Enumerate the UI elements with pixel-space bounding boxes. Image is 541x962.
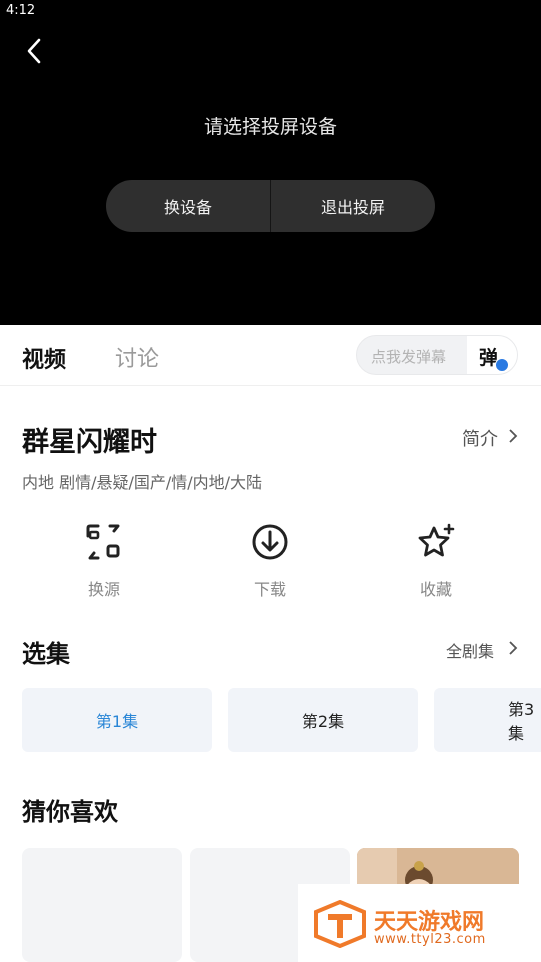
back-arrow-icon: [27, 38, 41, 64]
watermark: 天天游戏网 www.ttyl23.com: [298, 884, 541, 962]
action-label: 收藏: [419, 580, 452, 599]
tab-video[interactable]: 视频: [22, 342, 66, 374]
episode-item[interactable]: 第3集: [434, 688, 541, 752]
intro-link[interactable]: 简介: [462, 425, 498, 451]
recommend-title: 猜你喜欢: [22, 798, 118, 826]
favorite-button[interactable]: 收藏: [386, 522, 486, 600]
cast-player: 4:12 请选择投屏设备 换设备 退出投屏: [0, 0, 541, 325]
chevron-right-icon: [509, 429, 518, 443]
show-title: 群星闪耀时: [22, 427, 157, 458]
cast-actions: 换设备 退出投屏: [106, 180, 435, 232]
episode-item[interactable]: 第1集: [22, 688, 212, 752]
danmu-bar: 点我发弹幕 弹: [356, 335, 518, 375]
switch-source-button[interactable]: 换源: [54, 522, 154, 600]
change-device-button[interactable]: 换设备: [106, 180, 270, 232]
cast-message: 请选择投屏设备: [203, 116, 337, 138]
tab-bar: 视频 讨论 点我发弹幕 弹: [0, 325, 541, 386]
episodes-title: 选集: [22, 640, 70, 668]
show-meta: 内地 剧情/悬疑/国产/情/内地/大陆: [22, 473, 263, 492]
check-badge-icon: [495, 358, 509, 372]
status-time: 4:12: [6, 3, 36, 18]
action-label: 下载: [253, 580, 286, 599]
download-icon: [252, 524, 288, 560]
watermark-logo-icon: [314, 900, 366, 948]
danmu-input[interactable]: 点我发弹幕: [371, 346, 446, 367]
action-label: 换源: [87, 580, 120, 599]
danmu-toggle-button[interactable]: 弹: [467, 336, 517, 374]
all-episodes-link[interactable]: 全剧集: [446, 638, 494, 662]
recommend-card[interactable]: [22, 848, 182, 962]
back-button[interactable]: [20, 36, 50, 66]
download-button[interactable]: 下载: [220, 522, 320, 600]
episode-item[interactable]: 第2集: [228, 688, 418, 752]
tab-discussion[interactable]: 讨论: [115, 341, 159, 373]
watermark-url: www.ttyl23.com: [374, 932, 486, 947]
favorite-star-icon: [418, 523, 455, 557]
switch-source-icon: [86, 524, 120, 560]
chevron-right-icon: [509, 641, 518, 655]
exit-cast-button[interactable]: 退出投屏: [271, 180, 435, 232]
